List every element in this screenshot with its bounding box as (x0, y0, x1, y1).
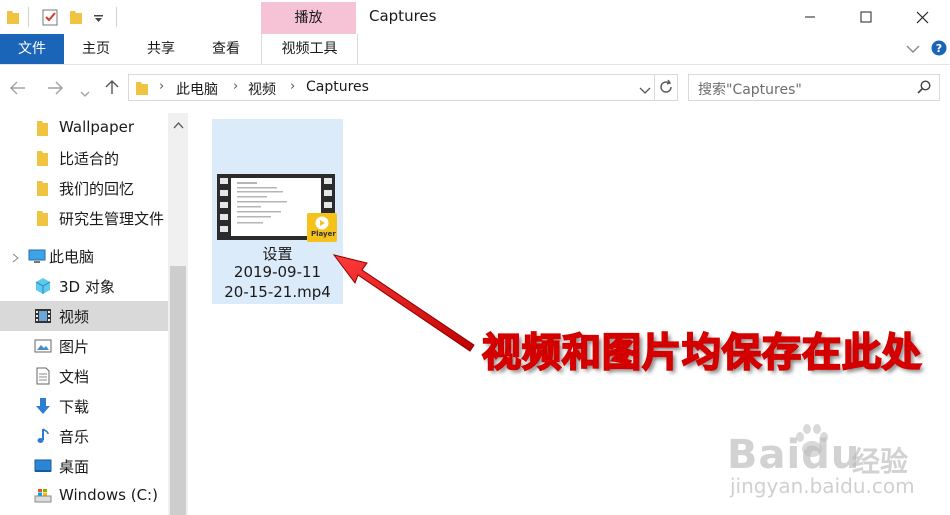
paw-icon (790, 419, 834, 467)
watermark-url: jingyan.baidu.com (730, 474, 915, 498)
annotation-callout-text: 视频和图片均保存在此处 (481, 330, 923, 377)
